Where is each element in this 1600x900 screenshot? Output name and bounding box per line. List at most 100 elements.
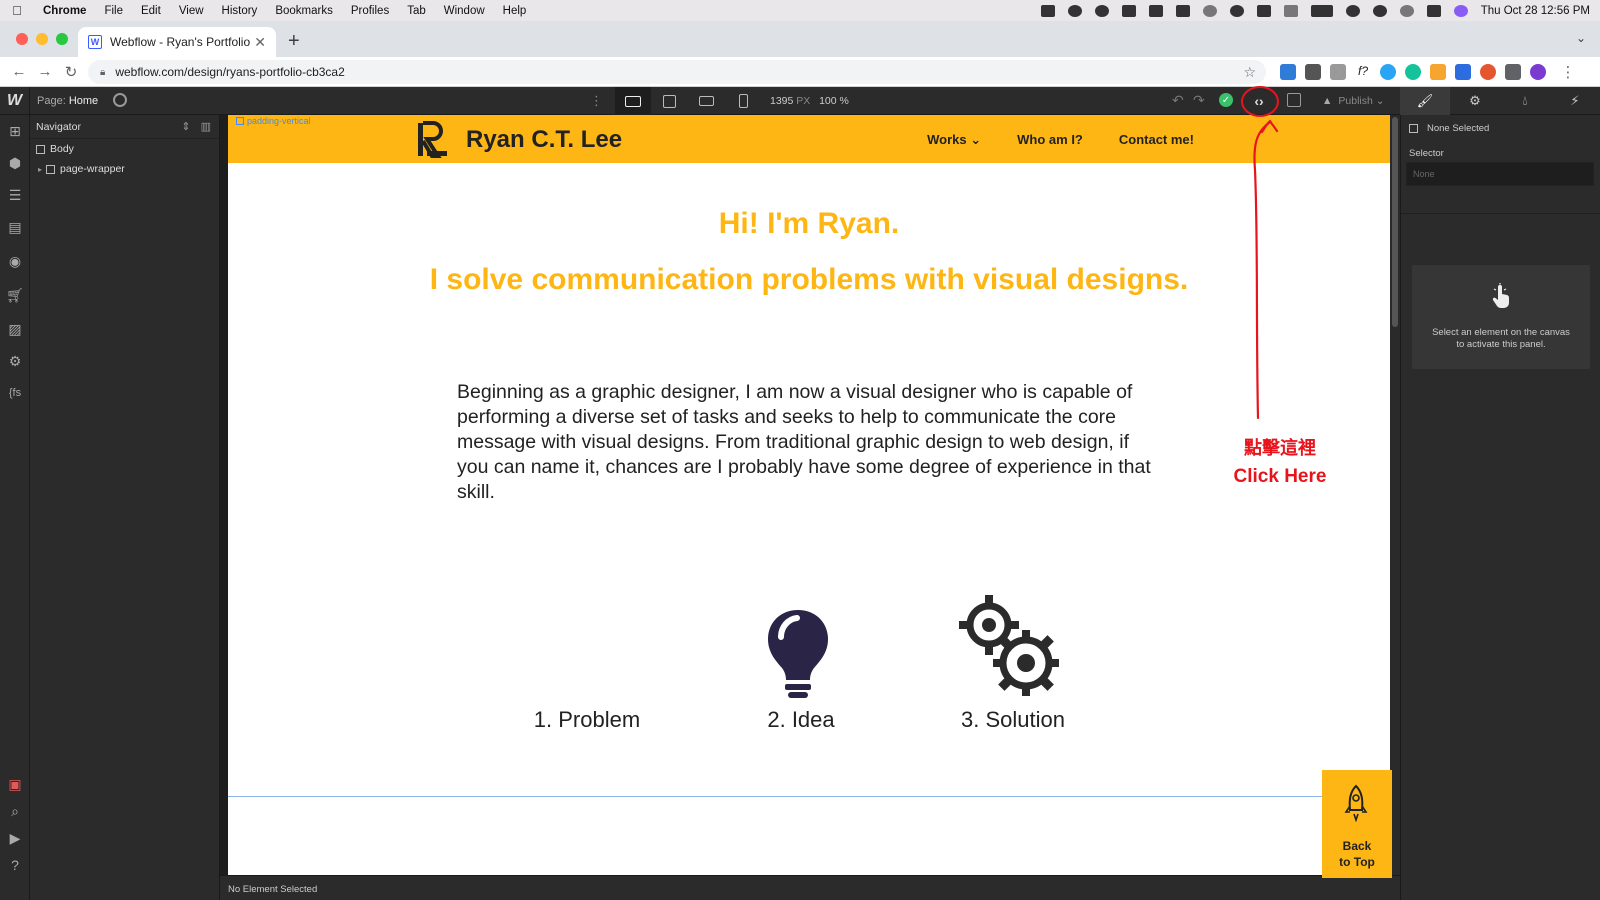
menubar-clock[interactable]: Thu Oct 28 12:56 PM [1481,5,1590,17]
menu-edit[interactable]: Edit [132,5,170,17]
tree-item-body[interactable]: Body [30,139,219,159]
preview-eye-icon[interactable] [113,93,127,107]
expand-caret-icon[interactable]: ▸ [38,165,42,174]
video-tutorials-icon[interactable]: ▶ [7,830,23,846]
hero-greeting[interactable]: Hi! I'm Ryan. [228,207,1390,241]
site-page[interactable]: Ryan C.T. Lee Works ⌄ Who am I? Contact … [228,115,1390,875]
cloud-extension-icon[interactable] [1380,64,1396,80]
wifi-icon[interactable] [1345,4,1360,17]
hero-tagline[interactable]: I solve communication problems with visu… [428,261,1190,299]
circle-app-icon[interactable] [1202,4,1217,17]
breakpoint-landscape[interactable] [688,87,724,115]
selector-input[interactable]: None [1406,162,1594,186]
close-tab-icon[interactable]: ✕ [254,34,266,51]
menu-history[interactable]: History [213,5,267,17]
undo-icon[interactable]: ↶ [1172,92,1184,109]
bookmark-star-icon[interactable]: ☆ [1243,64,1256,81]
sliders-icon[interactable] [1121,4,1136,17]
cms-database-icon[interactable]: ◉ [7,253,23,269]
ecommerce-cart-icon[interactable]: 🛒︎ [6,287,24,303]
browser-tab[interactable]: W Webflow - Ryan's Portfolio ✕ [78,27,276,57]
tab-search-chevron-icon[interactable]: ⌄ [1576,31,1586,45]
extension-icon-7[interactable] [1430,64,1446,80]
tab-settings[interactable]: ⚙ [1450,87,1500,115]
menu-file[interactable]: File [95,5,132,17]
site-navbar[interactable]: Ryan C.T. Lee Works ⌄ Who am I? Contact … [228,115,1390,163]
back-to-top-button[interactable]: Back to Top [1322,770,1392,878]
menu-profiles[interactable]: Profiles [342,5,398,17]
profile-avatar[interactable] [1530,64,1546,80]
menu-tab[interactable]: Tab [398,5,435,17]
tree-item-page-wrapper[interactable]: ▸ page-wrapper [30,159,219,179]
nav-contact[interactable]: Contact me! [1119,132,1194,148]
control-center-icon[interactable] [1426,4,1441,17]
menu-app-name[interactable]: Chrome [34,5,95,17]
assets-images-icon[interactable]: ▨ [7,321,23,337]
cloud-icon[interactable] [1094,4,1109,17]
nav-who-am-i[interactable]: Who am I? [1017,132,1083,148]
back-arrow-icon[interactable]: ← [6,63,32,80]
url-text[interactable]: webflow.com/design/ryans-portfolio-cb3ca… [115,65,344,79]
screen-icon[interactable] [1040,4,1055,17]
lock-icon[interactable]: 🔒︎ [100,67,105,78]
shield-icon[interactable] [1067,4,1082,17]
extension-icon-2[interactable] [1305,64,1321,80]
chrome-menu-icon[interactable]: ⋮ [1555,63,1581,81]
siri-icon[interactable] [1453,4,1468,17]
feature-idea[interactable]: 2. Idea [726,707,876,733]
site-brand[interactable]: Ryan C.T. Lee [466,126,622,154]
puzzle-icon[interactable] [1505,64,1521,80]
scrollbar-thumb[interactable] [1392,117,1398,327]
menu-bookmarks[interactable]: Bookmarks [266,5,342,17]
settings-gear-icon[interactable]: ⚙ [7,353,23,369]
page-selector[interactable]: Page: Home [37,95,98,107]
feature-problem[interactable]: 1. Problem [512,707,662,733]
bluetooth-icon[interactable] [1283,4,1298,17]
address-bar[interactable]: 🔒︎ webflow.com/design/ryans-portfolio-cb… [88,60,1266,84]
finsweet-fs-icon[interactable]: {fs [7,385,23,401]
rl-logo-icon[interactable] [416,120,448,158]
user-icon[interactable] [1372,4,1387,17]
share-icon[interactable] [1287,93,1301,107]
canvas-size-readout[interactable]: 1395 PX 100 % [770,95,849,107]
m-app-icon[interactable] [1148,4,1163,17]
tab-style-brush[interactable]: 🖌︎ [1400,87,1450,115]
breakpoint-tablet[interactable] [651,87,687,115]
extension-icon-3[interactable] [1330,64,1346,80]
zoom-window-button[interactable] [56,33,68,45]
input-source-icon[interactable] [1256,4,1271,17]
more-options-icon[interactable]: ⋮ [590,93,603,109]
new-tab-button[interactable]: + [288,30,300,53]
menu-view[interactable]: View [170,5,213,17]
minimize-window-button[interactable] [36,33,48,45]
search-icon[interactable]: ⌕ [7,803,23,819]
font-extension-icon[interactable]: f? [1355,64,1371,80]
symbols-cube-icon[interactable]: ⬢ [7,155,23,171]
expand-collapse-icon[interactable]: ⇕ [181,120,190,133]
menu-help[interactable]: Help [494,5,536,17]
pin-panel-icon[interactable]: ▥ [201,120,211,133]
forward-arrow-icon[interactable]: → [32,63,58,80]
time-machine-icon[interactable] [1229,4,1244,17]
extension-icon-8[interactable] [1455,64,1471,80]
help-icon[interactable]: ? [7,857,23,873]
audit-icon[interactable]: ▣ [7,776,23,792]
close-window-button[interactable] [16,33,28,45]
grammarly-icon[interactable] [1405,64,1421,80]
webflow-logo-icon[interactable]: W [0,87,30,115]
navigator-layers-icon[interactable]: ☰ [7,187,23,203]
menu-window[interactable]: Window [435,5,494,17]
apple-icon[interactable]:  [0,3,34,18]
spotlight-icon[interactable] [1399,4,1414,17]
reload-icon[interactable]: ↻ [58,63,84,81]
feature-solution[interactable]: 3. Solution [938,707,1088,733]
stack-icon[interactable] [1175,4,1190,17]
nav-works[interactable]: Works ⌄ [927,132,981,148]
publish-button[interactable]: ▲ Publish ⌄ [1322,95,1385,107]
battery-icon[interactable] [1310,4,1333,17]
extension-icon-9[interactable] [1480,64,1496,80]
redo-icon[interactable]: ↷ [1193,92,1205,109]
intro-paragraph[interactable]: Beginning as a graphic designer, I am no… [457,380,1157,505]
breakpoint-portrait[interactable] [725,87,761,115]
pages-icon[interactable]: ▤ [7,219,23,235]
